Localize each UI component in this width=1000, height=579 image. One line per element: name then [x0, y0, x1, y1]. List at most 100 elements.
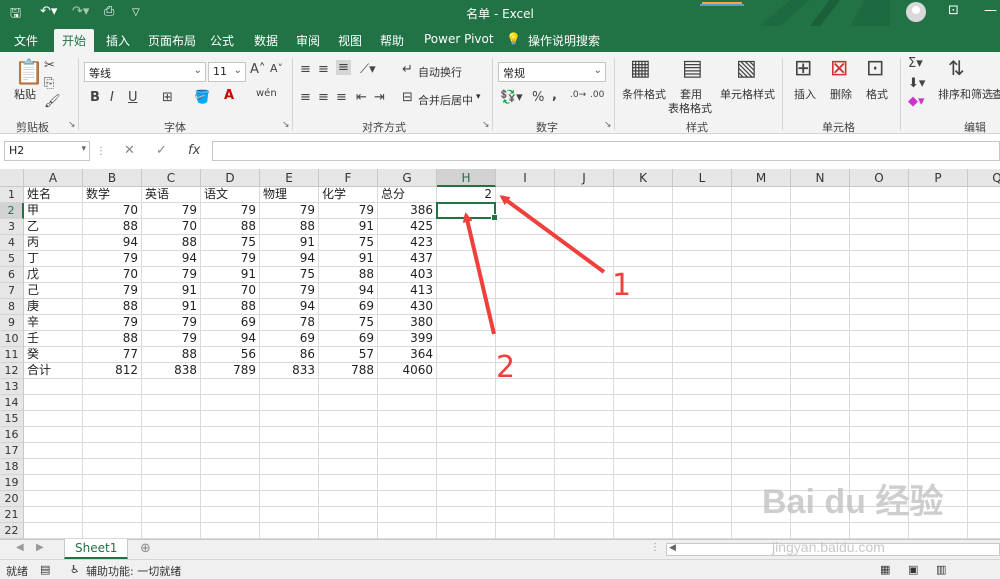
cell[interactable]	[732, 283, 791, 299]
ribbon-display-options-icon[interactable]: ⊡	[948, 3, 959, 18]
cell[interactable]: 91	[201, 267, 260, 283]
cell[interactable]	[850, 347, 909, 363]
cell[interactable]	[260, 523, 319, 539]
decrease-font-icon[interactable]: A˅	[270, 62, 283, 75]
cell[interactable]	[850, 395, 909, 411]
cell[interactable]	[614, 395, 673, 411]
cell[interactable]	[850, 379, 909, 395]
decrease-indent-icon[interactable]: ⇤	[356, 90, 367, 105]
cell[interactable]	[673, 379, 732, 395]
cell[interactable]	[850, 523, 909, 539]
cell[interactable]	[732, 363, 791, 379]
cell[interactable]: 380	[378, 315, 437, 331]
cell[interactable]: 94	[83, 235, 142, 251]
cell[interactable]: 91	[319, 219, 378, 235]
insert-cells-icon[interactable]: ⊞	[794, 56, 812, 81]
cell[interactable]: 423	[378, 235, 437, 251]
font-name-select[interactable]: 等线 ⌄	[84, 62, 206, 82]
cell[interactable]	[437, 395, 496, 411]
cell[interactable]	[437, 427, 496, 443]
cell[interactable]	[555, 203, 614, 219]
cell[interactable]	[614, 331, 673, 347]
cell[interactable]	[614, 203, 673, 219]
cell[interactable]: 79	[142, 331, 201, 347]
row-header[interactable]: 6	[0, 267, 24, 283]
enter-icon[interactable]: ✓	[156, 143, 167, 158]
cell[interactable]	[201, 379, 260, 395]
cell[interactable]	[732, 315, 791, 331]
cell[interactable]	[83, 491, 142, 507]
cell[interactable]	[496, 347, 555, 363]
cell[interactable]	[319, 475, 378, 491]
cell[interactable]	[791, 315, 850, 331]
cell[interactable]	[968, 507, 1000, 523]
prev-sheet-icon[interactable]: ◀	[16, 542, 24, 553]
cell[interactable]	[791, 475, 850, 491]
cell[interactable]	[496, 331, 555, 347]
row-header[interactable]: 3	[0, 219, 24, 235]
cell[interactable]	[555, 267, 614, 283]
cell-styles-button[interactable]: 单元格样式	[720, 86, 775, 102]
cell[interactable]	[437, 299, 496, 315]
number-launcher-icon[interactable]: ↘	[604, 120, 612, 130]
cell[interactable]	[496, 507, 555, 523]
cell[interactable]	[201, 491, 260, 507]
cell[interactable]	[260, 427, 319, 443]
cell[interactable]	[496, 491, 555, 507]
next-sheet-icon[interactable]: ▶	[36, 542, 44, 553]
cell[interactable]	[850, 331, 909, 347]
align-middle-icon[interactable]: ≡	[318, 62, 329, 77]
cell[interactable]	[850, 491, 909, 507]
row-header[interactable]: 20	[0, 491, 24, 507]
cell[interactable]	[850, 187, 909, 203]
cell[interactable]	[319, 411, 378, 427]
row-header[interactable]: 16	[0, 427, 24, 443]
cell[interactable]: 88	[260, 219, 319, 235]
cell[interactable]	[909, 267, 968, 283]
cell[interactable]	[555, 459, 614, 475]
cell[interactable]	[614, 411, 673, 427]
delete-cells-button[interactable]: 删除	[830, 86, 852, 102]
cell[interactable]: 88	[142, 235, 201, 251]
cell[interactable]	[555, 475, 614, 491]
cell[interactable]	[319, 427, 378, 443]
cell[interactable]: 合计	[24, 363, 83, 379]
column-header[interactable]: Q	[968, 169, 1000, 187]
cell[interactable]	[319, 523, 378, 539]
macro-record-icon[interactable]: ▤	[40, 563, 50, 576]
cell[interactable]: 乙	[24, 219, 83, 235]
cell[interactable]	[496, 187, 555, 203]
cell[interactable]	[555, 235, 614, 251]
cell[interactable]	[673, 523, 732, 539]
cell[interactable]	[260, 507, 319, 523]
cell[interactable]	[968, 443, 1000, 459]
cell[interactable]: 403	[378, 267, 437, 283]
column-header[interactable]: A	[24, 169, 83, 187]
cell[interactable]	[968, 187, 1000, 203]
cell[interactable]	[614, 219, 673, 235]
cell[interactable]	[614, 267, 673, 283]
cell[interactable]: 94	[260, 251, 319, 267]
cell[interactable]	[378, 507, 437, 523]
cell[interactable]	[555, 187, 614, 203]
cell[interactable]	[732, 251, 791, 267]
cell[interactable]	[673, 299, 732, 315]
cell[interactable]: 88	[201, 219, 260, 235]
cell[interactable]: 94	[142, 251, 201, 267]
increase-indent-icon[interactable]: ⇥	[374, 90, 385, 105]
cell[interactable]	[968, 251, 1000, 267]
column-header[interactable]: I	[496, 169, 555, 187]
column-header[interactable]: J	[555, 169, 614, 187]
cell[interactable]	[732, 475, 791, 491]
row-header[interactable]: 17	[0, 443, 24, 459]
cell[interactable]	[260, 475, 319, 491]
cell[interactable]	[614, 427, 673, 443]
currency-icon[interactable]: 💱▾	[500, 90, 523, 105]
cell[interactable]: 91	[260, 235, 319, 251]
cell[interactable]: 399	[378, 331, 437, 347]
copy-icon[interactable]: ⎘	[44, 76, 54, 91]
cell[interactable]	[260, 379, 319, 395]
column-header[interactable]: O	[850, 169, 909, 187]
cell[interactable]	[732, 235, 791, 251]
cell[interactable]	[791, 411, 850, 427]
